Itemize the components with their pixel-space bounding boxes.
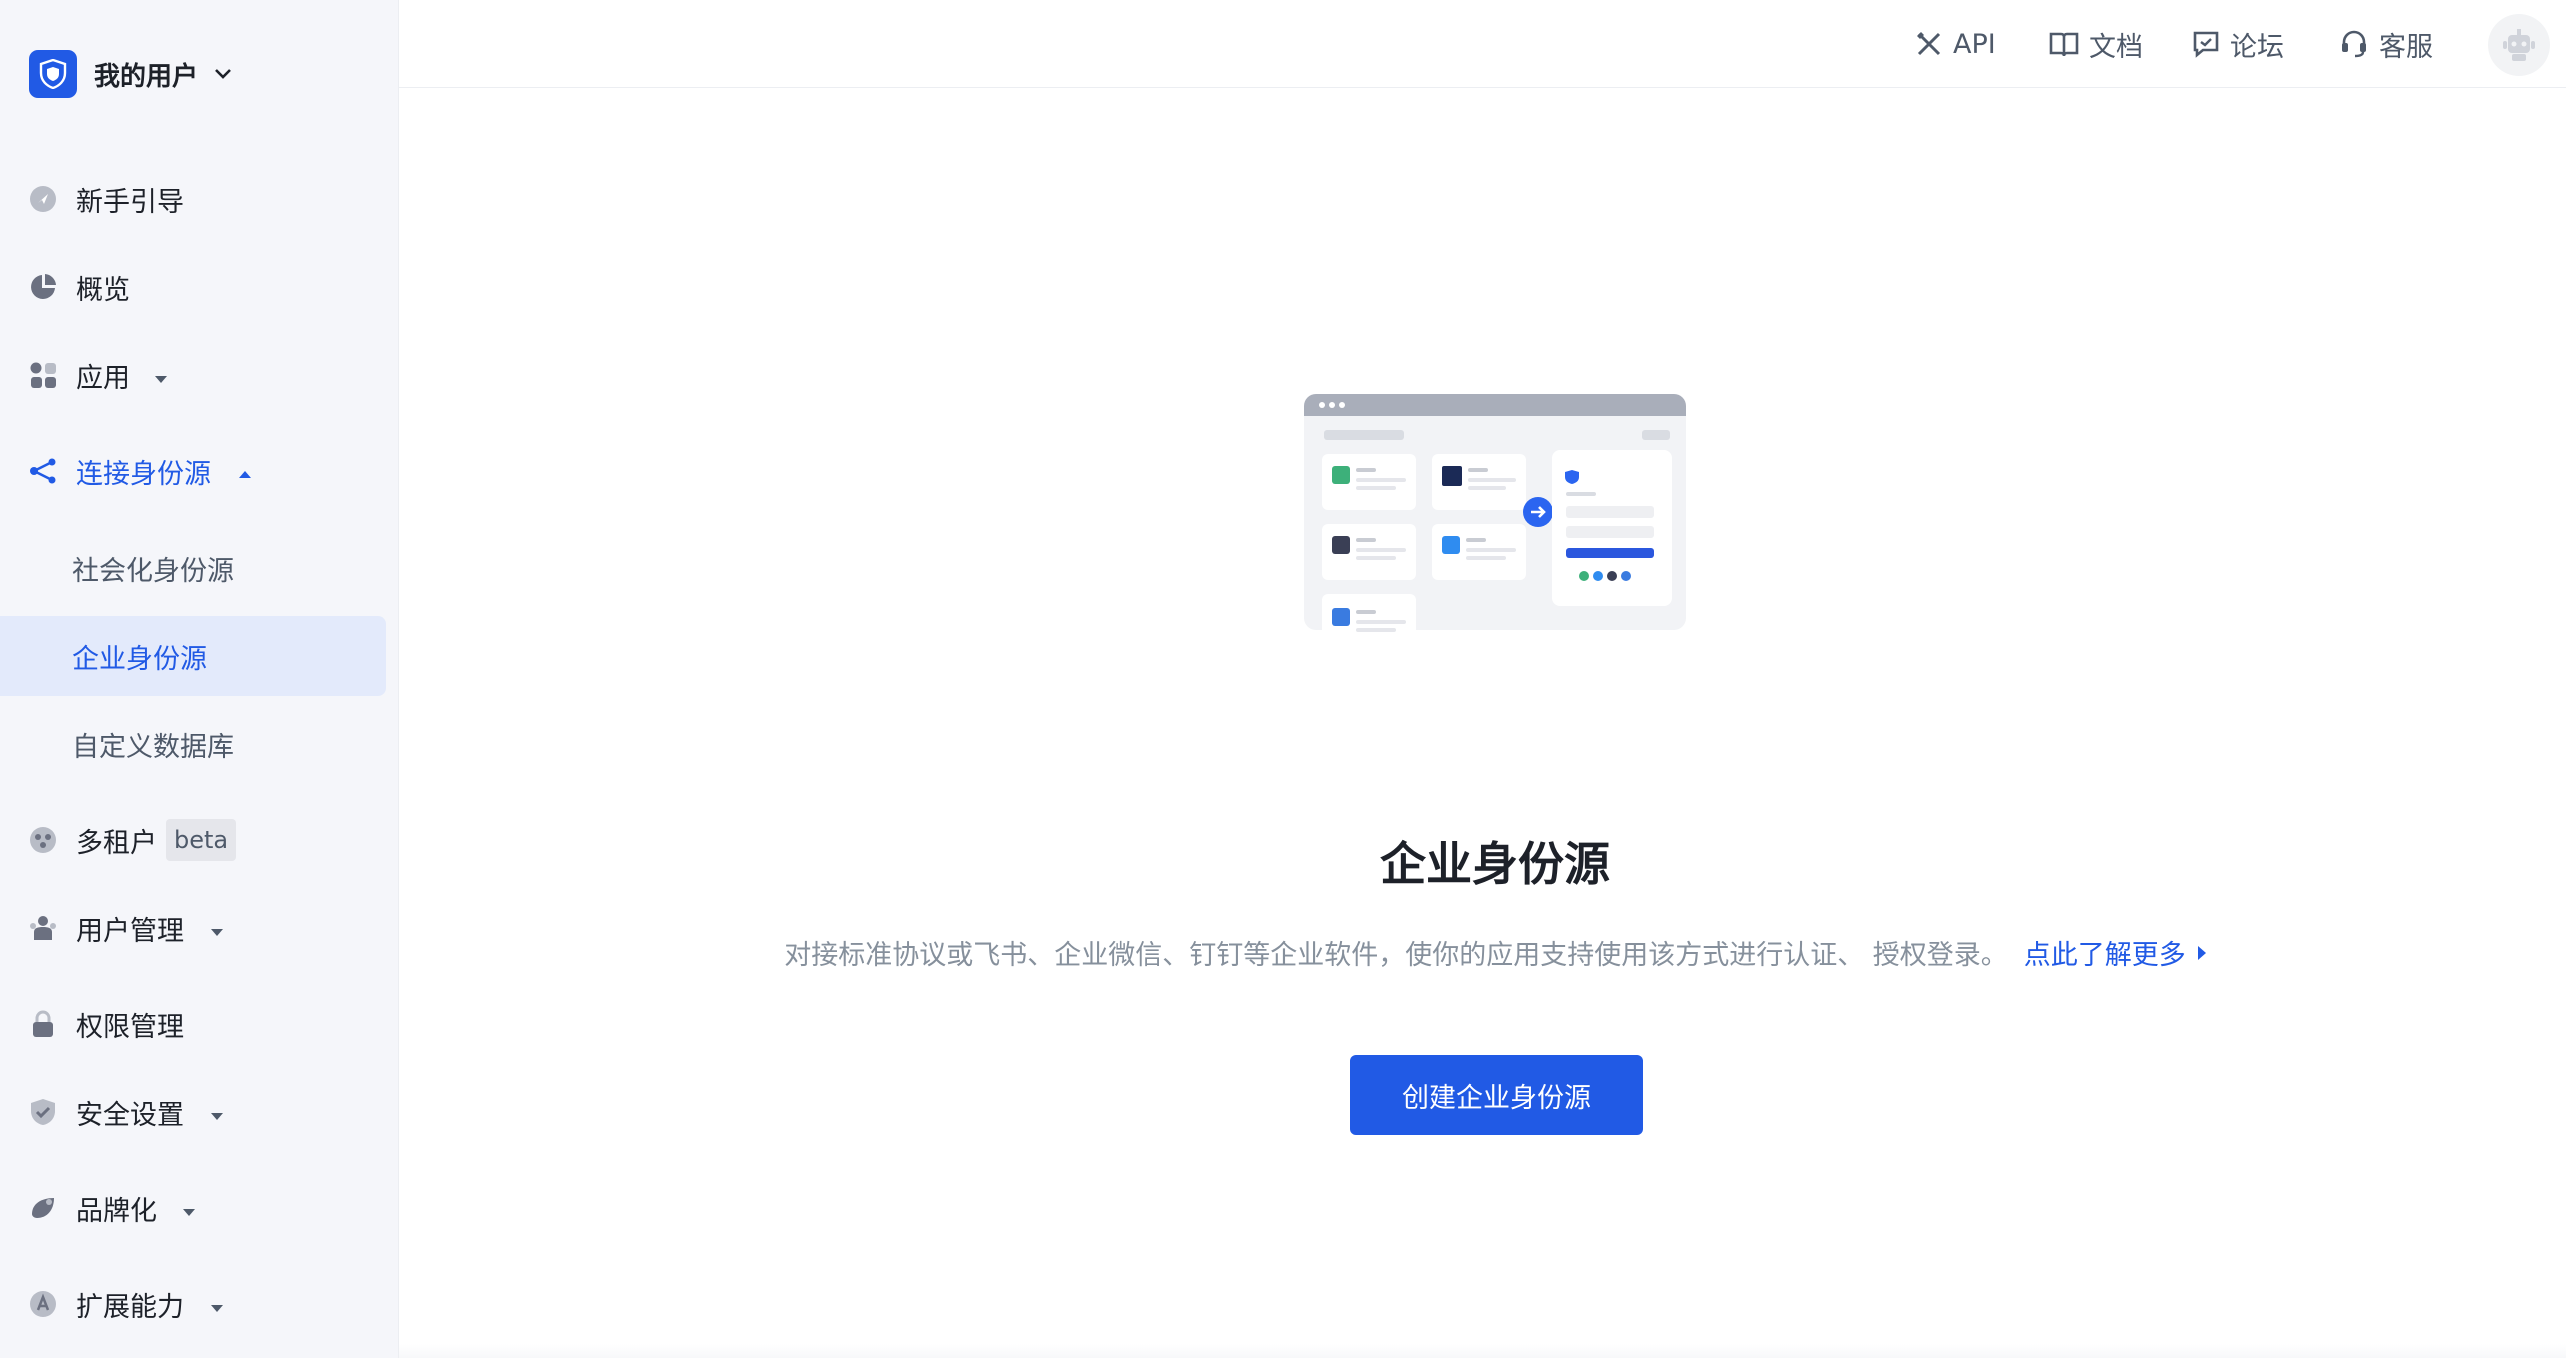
- sidebar-item-apps[interactable]: 应用: [0, 336, 386, 414]
- learn-more-label: 点此了解更多: [2023, 940, 2186, 971]
- book-icon: [2049, 32, 2079, 57]
- sidebar-item-overview[interactable]: 概览: [0, 248, 386, 326]
- description-text: 对接标准协议或飞书、企业微信、钉钉等企业软件，使你的应用支持使用该方式进行认证、…: [784, 940, 2008, 971]
- caret-right-icon: [2197, 945, 2206, 960]
- sidebar-item-permissions[interactable]: 权限管理: [0, 985, 386, 1063]
- create-enterprise-source-button[interactable]: 创建企业身份源: [1350, 1055, 1643, 1135]
- sidebar-item-label: 应用: [76, 362, 130, 394]
- org-switcher[interactable]: 我的用户: [29, 48, 232, 100]
- org-name: 我的用户: [94, 61, 199, 92]
- sidebar-subitem-label: 企业身份源: [72, 643, 207, 675]
- user-avatar[interactable]: [2488, 14, 2550, 76]
- lock-icon: [29, 1010, 57, 1038]
- sidebar-item-branding[interactable]: 品牌化: [0, 1169, 386, 1247]
- top-bar: API 文档 论坛 客服: [399, 0, 2566, 88]
- sidebar-subitem-label: 社会化身份源: [72, 555, 234, 587]
- sidebar-item-onboarding[interactable]: 新手引导: [0, 160, 386, 238]
- sidebar-subitem-custom-db[interactable]: 自定义数据库: [0, 704, 386, 784]
- robot-avatar-icon: [2503, 29, 2535, 61]
- forum-link[interactable]: 论坛: [2192, 26, 2284, 63]
- sidebar-item-label: 品牌化: [76, 1195, 157, 1227]
- caret-up-icon: [238, 465, 252, 484]
- learn-more-link[interactable]: 点此了解更多: [2024, 933, 2206, 972]
- sidebar-subitem-enterprise[interactable]: 企业身份源: [0, 616, 386, 696]
- page-title: 企业身份源: [1380, 837, 1610, 891]
- shield-icon: [29, 1098, 57, 1126]
- headset-icon: [2342, 30, 2366, 58]
- sidebar-item-label: 安全设置: [76, 1099, 184, 1131]
- extension-icon: [29, 1290, 57, 1318]
- footer-shade: [399, 1344, 2566, 1358]
- sidebar: 我的用户 新手引导 概览 应用 连接身份源 社会化身份源 企业身份源 自定义数据…: [0, 0, 399, 1358]
- support-link[interactable]: 客服: [2339, 26, 2433, 63]
- sidebar-item-identity-sources[interactable]: 连接身份源: [0, 432, 386, 510]
- sidebar-item-label: 扩展能力: [76, 1291, 184, 1323]
- docs-link[interactable]: 文档: [2049, 26, 2143, 63]
- tools-icon: [1917, 32, 1941, 56]
- chat-icon: [2193, 31, 2219, 58]
- caret-down-icon: [210, 1106, 224, 1125]
- sidebar-item-label: 权限管理: [76, 1011, 184, 1043]
- share-icon: [29, 457, 57, 485]
- docs-link-label: 文档: [2089, 31, 2143, 63]
- brand-icon: [29, 1194, 57, 1222]
- caret-down-icon: [154, 369, 168, 388]
- chevron-down-icon: [214, 68, 232, 80]
- sidebar-item-label: 概览: [76, 274, 130, 306]
- sidebar-item-extensions[interactable]: 扩展能力: [0, 1265, 386, 1343]
- enterprise-connection-illustration: [1304, 394, 1686, 652]
- api-link-label: API: [1953, 28, 1996, 60]
- sidebar-subitem-social[interactable]: 社会化身份源: [0, 528, 386, 608]
- page-description: 对接标准协议或飞书、企业微信、钉钉等企业软件，使你的应用支持使用该方式进行认证、…: [0, 933, 2566, 972]
- pie-chart-icon: [29, 273, 57, 301]
- sidebar-subitem-label: 自定义数据库: [72, 731, 234, 763]
- sidebar-item-label: 连接身份源: [76, 458, 211, 490]
- sidebar-item-label: 新手引导: [76, 186, 184, 218]
- forum-link-label: 论坛: [2230, 31, 2284, 63]
- caret-down-icon: [182, 1202, 196, 1221]
- apps-icon: [29, 361, 57, 389]
- api-link[interactable]: API: [1915, 26, 1996, 62]
- rocket-icon: [29, 185, 57, 213]
- support-link-label: 客服: [2379, 31, 2433, 63]
- caret-down-icon: [210, 1298, 224, 1317]
- shield-logo-icon: [29, 50, 77, 98]
- sidebar-item-security[interactable]: 安全设置: [0, 1073, 386, 1151]
